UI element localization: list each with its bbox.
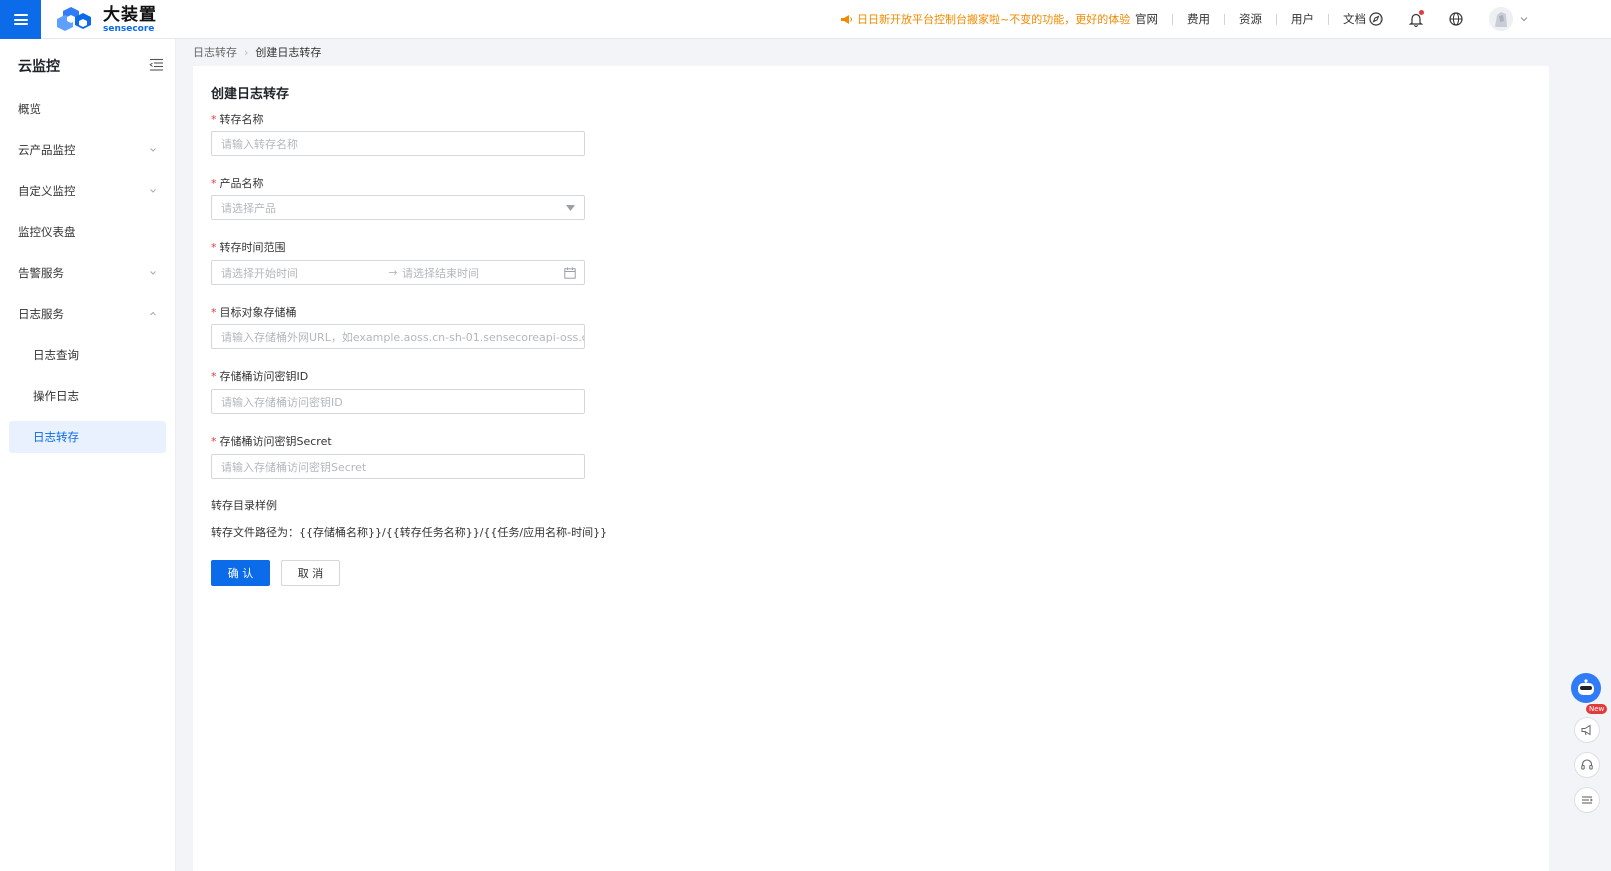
placeholder: 请输入转存名称 — [221, 137, 298, 151]
placeholder: 请输入存储桶访问密钥Secret — [221, 460, 367, 474]
brand-logo[interactable]: 大装置 sensecore — [55, 5, 157, 35]
field-label-time-range: * 转存时间范围 — [211, 241, 286, 254]
compass-icon[interactable] — [1366, 9, 1386, 29]
time-range-picker[interactable]: 请选择开始时间 → 请选择结束时间 — [211, 260, 585, 285]
avatar-icon — [1489, 7, 1513, 31]
sidebar-item-custom-monitoring[interactable]: 自定义监控 — [9, 175, 166, 207]
announcement-icon — [1581, 724, 1591, 736]
field-label-access-key-secret: * 存储桶访问密钥Secret — [211, 435, 332, 448]
start-time-input[interactable]: 请选择开始时间 — [221, 265, 384, 281]
sidebar-item-operation-log[interactable]: 操作日志 — [9, 380, 166, 412]
sidebar-item-label: 云产品监控 — [18, 143, 76, 157]
sidebar-item-label: 日志转存 — [33, 430, 79, 444]
caret-down-icon — [566, 205, 575, 211]
nav-resources[interactable]: 资源 — [1225, 10, 1276, 28]
chevron-down-icon[interactable] — [1518, 13, 1530, 25]
headset-icon — [1581, 759, 1593, 770]
cancel-button[interactable]: 取 消 — [281, 560, 340, 586]
confirm-button[interactable]: 确 认 — [211, 560, 270, 586]
required-mark: * — [211, 306, 217, 319]
field-label-access-key-id: * 存储桶访问密钥ID — [211, 370, 309, 383]
collapse-sidebar-icon[interactable] — [149, 58, 164, 71]
assistant-bot-button[interactable] — [1571, 673, 1601, 703]
hamburger-icon — [13, 14, 28, 25]
form-card: 创建日志转存 * 转存名称 请输入转存名称 * 产品名称 请选择产品 * 转存时间范围… — [193, 66, 1549, 871]
field-label-target-bucket: * 目标对象存储桶 — [211, 306, 297, 319]
sidebar-item-label: 概览 — [18, 102, 41, 116]
chevron-down-icon — [150, 148, 156, 152]
sidebar-item-label: 监控仪表盘 — [18, 225, 76, 239]
user-avatar[interactable] — [1489, 7, 1513, 31]
chevron-up-icon — [150, 311, 156, 316]
sidebar-title: 云监控 — [18, 59, 60, 75]
access-key-secret-input[interactable]: 请输入存储桶访问密钥Secret — [211, 454, 585, 479]
sidebar-item-label: 操作日志 — [33, 389, 79, 403]
sidebar-item-log-service[interactable]: 日志服务 — [9, 298, 166, 330]
access-key-id-input[interactable]: 请输入存储桶访问密钥ID — [211, 389, 585, 414]
nav-official-site[interactable]: 官网 — [1121, 10, 1172, 28]
required-mark: * — [211, 370, 217, 383]
sidebar-item-alert-service[interactable]: 告警服务 — [9, 257, 166, 289]
sidebar-item-label: 告警服务 — [18, 266, 64, 280]
page-title: 创建日志转存 — [211, 87, 290, 102]
top-nav: 官网 费用 资源 用户 文档 — [1121, 10, 1381, 28]
field-label-product-name: * 产品名称 — [211, 177, 264, 190]
speaker-icon — [841, 14, 852, 24]
placeholder: 请选择产品 — [221, 201, 276, 215]
transfer-name-input[interactable]: 请输入转存名称 — [211, 131, 585, 156]
sidebar-item-label: 自定义监控 — [18, 184, 76, 198]
brand-name: 大装置 — [103, 4, 157, 25]
announcement-button[interactable] — [1574, 717, 1600, 743]
placeholder: 请输入存储桶外网URL，如example.aoss.cn-sh-01.sense… — [221, 330, 585, 344]
sidebar-item-label: 日志服务 — [18, 307, 64, 321]
sidebar-item-label: 日志查询 — [33, 348, 79, 362]
customer-service-button[interactable] — [1574, 752, 1600, 778]
brand-sub: sensecore — [103, 23, 155, 34]
range-arrow-icon: → — [388, 266, 398, 279]
end-time-input[interactable]: 请选择结束时间 — [402, 265, 479, 281]
sidebar-item-cloud-product-monitoring[interactable]: 云产品监控 — [9, 134, 166, 166]
sidebar: 云监控 概览 云产品监控 自定义监控 监控仪表盘 告警服务 日志服务 日志查询 … — [0, 39, 176, 871]
sidebar-item-log-transfer[interactable]: 日志转存 — [9, 421, 166, 453]
nav-users[interactable]: 用户 — [1277, 10, 1328, 28]
target-bucket-input[interactable]: 请输入存储桶外网URL，如example.aoss.cn-sh-01.sense… — [211, 324, 585, 349]
nav-billing[interactable]: 费用 — [1173, 10, 1224, 28]
breadcrumb-current: 创建日志转存 — [255, 46, 322, 59]
chevron-down-icon — [150, 189, 156, 193]
sidebar-item-dashboard[interactable]: 监控仪表盘 — [9, 216, 166, 248]
chevron-down-icon — [150, 271, 156, 275]
sidebar-item-overview[interactable]: 概览 — [9, 93, 166, 125]
announcement-banner[interactable]: 日日新开放平台控制台搬家啦~不变的功能，更好的体验 — [840, 11, 1130, 27]
top-bar: 大装置 sensecore 日日新开放平台控制台搬家啦~不变的功能，更好的体验 … — [0, 0, 1611, 39]
announcement-text: 日日新开放平台控制台搬家啦~不变的功能，更好的体验 — [857, 13, 1131, 26]
breadcrumb-separator-icon: › — [244, 45, 249, 59]
assistant-bot-icon — [1578, 679, 1594, 695]
notification-dot — [1419, 10, 1424, 15]
required-mark: * — [211, 435, 217, 448]
menu-toggle-button[interactable] — [0, 0, 41, 39]
product-select[interactable]: 请选择产品 — [211, 195, 585, 220]
menu-list-icon — [1582, 796, 1593, 804]
top-icon-group — [1366, 9, 1486, 29]
new-badge: New — [1586, 704, 1608, 714]
example-path-text: 转存文件路径为：{{存储桶名称}}/{{转存任务名称}}/{{任务/应用名称-时… — [211, 526, 608, 539]
globe-icon[interactable] — [1446, 9, 1466, 29]
breadcrumb-parent-link[interactable]: 日志转存 — [193, 44, 237, 60]
field-label-transfer-name: * 转存名称 — [211, 113, 264, 126]
sensecore-logo-icon — [57, 7, 91, 31]
calendar-icon — [564, 267, 576, 279]
placeholder: 请输入存储桶访问密钥ID — [221, 395, 343, 409]
menu-list-button[interactable] — [1574, 787, 1600, 813]
breadcrumb: 日志转存 › 创建日志转存 — [193, 44, 321, 60]
required-mark: * — [211, 241, 217, 254]
sidebar-item-log-query[interactable]: 日志查询 — [9, 339, 166, 371]
bell-icon[interactable] — [1406, 9, 1426, 29]
example-section-title: 转存目录样例 — [211, 499, 277, 512]
required-mark: * — [211, 177, 217, 190]
required-mark: * — [211, 113, 217, 126]
